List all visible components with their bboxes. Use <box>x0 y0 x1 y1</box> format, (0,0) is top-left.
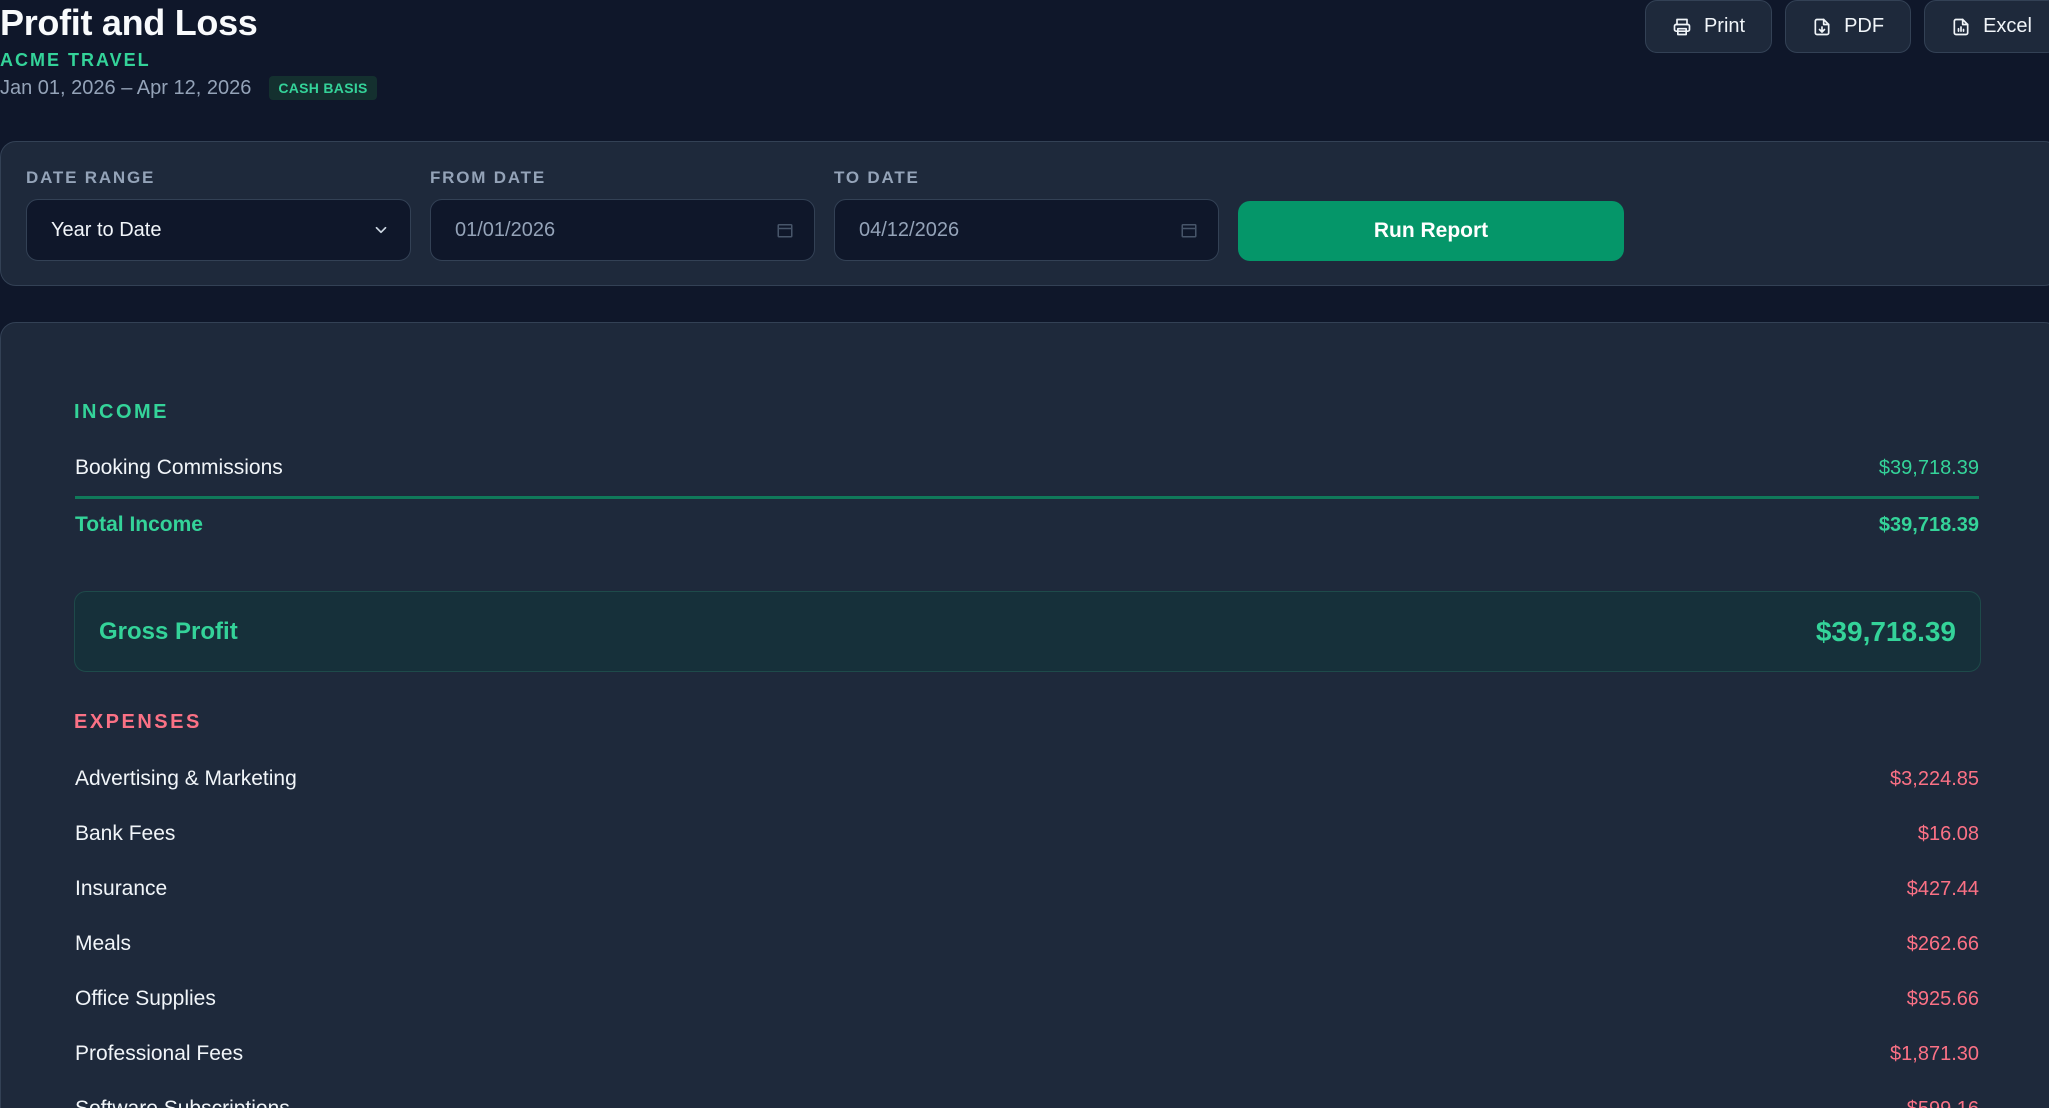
expense-line-label: Insurance <box>75 877 168 900</box>
gross-profit-amount: $39,718.39 <box>1815 615 1956 647</box>
income-line-label: Booking Commissions <box>75 456 283 479</box>
expense-line: Meals $262.66 <box>75 932 1979 956</box>
to-date-label: TO DATE <box>834 168 920 187</box>
expense-line-label: Meals <box>75 932 132 955</box>
total-income-label: Total Income <box>75 513 203 536</box>
expense-line-amount: $1,871.30 <box>1890 1042 1979 1065</box>
to-date-field: TO DATE 04/12/2026 <box>834 168 1219 261</box>
expense-line-amount: $3,224.85 <box>1890 767 1979 790</box>
from-date-value: 01/01/2026 <box>455 218 556 241</box>
to-date-input[interactable]: 04/12/2026 <box>834 199 1219 261</box>
expense-line-label: Bank Fees <box>75 822 176 845</box>
expenses-section-title: EXPENSES <box>74 711 202 733</box>
expense-line: Bank Fees $16.08 <box>75 822 1979 846</box>
income-section-title: INCOME <box>74 401 169 423</box>
spreadsheet-file-icon <box>1953 18 1969 35</box>
date-range-label: DATE RANGE <box>26 168 156 187</box>
income-divider <box>75 496 1979 499</box>
income-line-amount: $39,718.39 <box>1878 456 1979 479</box>
run-report-button[interactable]: Run Report <box>1238 201 1624 261</box>
gross-profit-summary: Gross Profit $39,718.39 <box>74 591 1981 672</box>
expense-line: Office Supplies $925.66 <box>75 987 1979 1011</box>
date-range-text: Jan 01, 2026 – Apr 12, 2026 <box>0 76 252 99</box>
gross-profit-label: Gross Profit <box>99 617 238 645</box>
report-body: INCOME Booking Commissions $39,718.39 To… <box>0 322 2049 1108</box>
to-date-value: 04/12/2026 <box>859 218 960 241</box>
file-download-icon <box>1814 18 1830 35</box>
excel-button[interactable]: Excel <box>1924 0 2049 53</box>
expense-line-amount: $16.08 <box>1917 822 1979 845</box>
report-filters: DATE RANGE Year to Date FROM DATE 01/01/… <box>0 141 2049 286</box>
print-label: Print <box>1703 15 1746 37</box>
chevron-down-icon <box>375 226 387 234</box>
print-button[interactable]: Print <box>1644 0 1773 53</box>
expense-line-amount: $599.16 <box>1907 1098 1979 1108</box>
expense-line: Professional Fees $1,871.30 <box>75 1042 1979 1066</box>
date-range-field: DATE RANGE Year to Date <box>26 168 411 261</box>
expense-line-amount: $925.66 <box>1906 987 1979 1010</box>
excel-label: Excel <box>1983 15 2032 37</box>
calendar-icon[interactable] <box>1180 221 1198 239</box>
basis-badge: CASH BASIS <box>269 76 377 100</box>
total-income-row: Total Income $39,718.39 <box>75 513 1979 537</box>
expense-line-label: Advertising & Marketing <box>75 767 297 790</box>
report-period: Jan 01, 2026 – Apr 12, 2026 CASH BASIS <box>0 76 377 100</box>
expense-line-amount: $262.66 <box>1906 932 1979 955</box>
expense-line-label: Software Subscriptions <box>75 1097 290 1108</box>
expense-line-label: Professional Fees <box>75 1042 244 1065</box>
income-line: Booking Commissions $39,718.39 <box>75 456 1979 480</box>
page-title: Profit and Loss <box>0 2 258 43</box>
expense-line-label: Office Supplies <box>75 987 216 1010</box>
pdf-button[interactable]: PDF <box>1785 0 1912 53</box>
expense-line: Advertising & Marketing $3,224.85 <box>75 767 1979 791</box>
from-date-input[interactable]: 01/01/2026 <box>430 199 815 261</box>
from-date-field: FROM DATE 01/01/2026 <box>430 168 815 261</box>
expense-line-amount: $427.44 <box>1906 877 1979 900</box>
from-date-label: FROM DATE <box>430 168 546 187</box>
date-range-select[interactable]: Year to Date <box>26 199 411 261</box>
printer-icon <box>1673 18 1691 35</box>
total-income-amount: $39,718.39 <box>1878 513 1979 536</box>
date-range-value: Year to Date <box>51 218 162 241</box>
company-name: ACME TRAVEL <box>0 50 151 70</box>
calendar-icon[interactable] <box>776 221 794 239</box>
profit-loss-page: Profit and Loss ACME TRAVEL Jan 01, 2026… <box>0 0 2049 1108</box>
export-actions: Print PDF Excel <box>1644 0 2049 53</box>
expense-line: Insurance $427.44 <box>75 877 1979 901</box>
pdf-label: PDF <box>1844 15 1885 37</box>
expense-line: Software Subscriptions $599.16 <box>75 1097 1979 1108</box>
